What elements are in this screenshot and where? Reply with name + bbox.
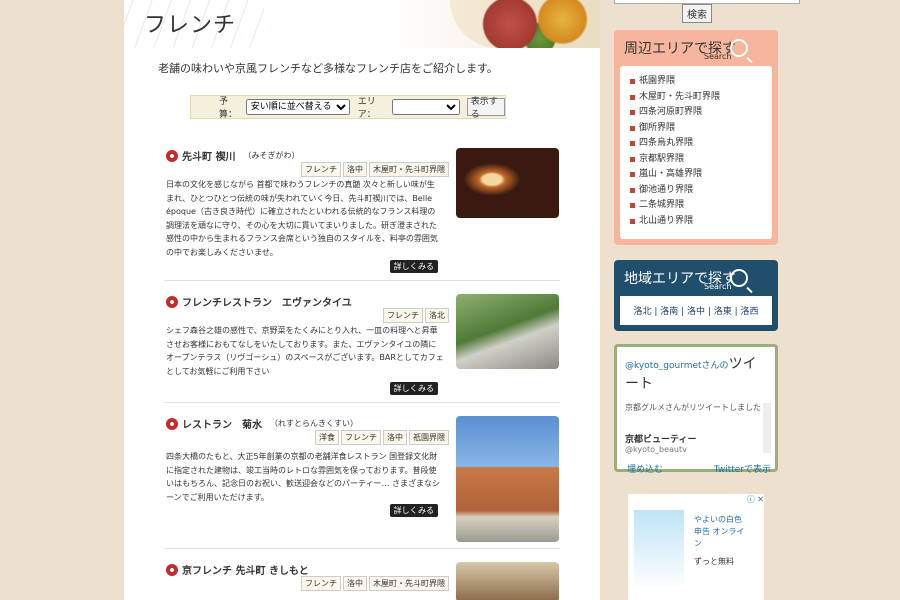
flower-icon — [166, 417, 178, 430]
tag[interactable]: フレンチ — [341, 430, 381, 445]
divider — [164, 548, 560, 549]
search-icon — [730, 39, 748, 57]
restaurant-photo[interactable] — [456, 148, 559, 218]
submit-button[interactable]: 表示する — [466, 97, 505, 120]
tag-list: 洋食 フレンチ 洛中 祇園界隈 — [315, 430, 449, 445]
region-area-box: 地域エリアで探す Search 洛北 | 洛南 | 洛中 | 洛東 | 洛西 — [614, 260, 778, 331]
tag[interactable]: 洛中 — [343, 162, 367, 177]
site-search: 検索 — [614, 0, 800, 23]
view-on-twitter-link[interactable]: Twitterで表示 — [714, 462, 771, 475]
restaurant-description: 四条大橋のたもと、大正5年創業の京都の老舗洋食レストラン 国登録文化財に指定され… — [166, 452, 441, 502]
restaurant-name[interactable]: 先斗町 禊川 （みそぎがわ） — [166, 148, 299, 163]
area-link[interactable]: 四条烏丸界隈 — [630, 136, 772, 152]
restaurant-photo[interactable] — [456, 416, 559, 542]
main-content: フレンチ 老舗の味わいや京風フレンチなど多様なフレンチ店をご紹介します。 予算：… — [124, 0, 600, 600]
search-icon — [730, 269, 748, 287]
restaurant-entry: 京フレンチ 先斗町 きしもと フレンチ 洛中 木屋町・先斗町界隈 — [166, 562, 559, 600]
tag-list: フレンチ 洛中 木屋町・先斗町界隈 — [301, 576, 449, 591]
restaurant-photo[interactable] — [456, 562, 559, 600]
nearby-area-title: 周辺エリアで探す Search — [614, 30, 778, 66]
area-link[interactable]: 御池通り界隈 — [630, 183, 772, 199]
twitter-account[interactable]: 京都ビューティー @kyoto_beautv — [625, 432, 696, 454]
area-select[interactable] — [392, 99, 460, 115]
restaurant-entry: フレンチレストラン エヴァンタイユ フレンチ 洛北 シェフ森谷之雄の感性で、京野… — [166, 294, 559, 395]
area-label: エリア： — [357, 97, 376, 120]
intro-text: 老舗の味わいや京風フレンチなど多様なフレンチ店をご紹介します。 — [158, 62, 498, 75]
restaurant-description: シェフ森谷之雄の感性で、京野菜をたくみにとり入れ、一皿の料理へと昇華させお客様に… — [166, 326, 444, 376]
region-area-title: 地域エリアで探す Search — [614, 260, 778, 296]
twitter-footer: 埋め込む Twitterで表示 — [627, 462, 771, 475]
page-header: フレンチ — [124, 0, 600, 48]
scrollbar[interactable] — [763, 403, 771, 453]
tag[interactable]: 洛北 — [425, 308, 449, 323]
restaurant-name[interactable]: 京フレンチ 先斗町 きしもと — [166, 562, 309, 577]
restaurant-name[interactable]: レストラン 菊水 （れすとらんきくすい） — [166, 416, 358, 431]
flower-icon — [166, 563, 178, 576]
tag[interactable]: 洋食 — [315, 430, 339, 445]
tag[interactable]: 祇園界隈 — [409, 430, 449, 445]
tag[interactable]: 木屋町・先斗町界隈 — [369, 162, 449, 177]
area-link[interactable]: 北山通り界隈 — [630, 214, 772, 230]
area-link[interactable]: 二条城界隈 — [630, 198, 772, 214]
area-link[interactable]: 木屋町・先斗町界隈 — [630, 90, 772, 106]
tag[interactable]: フレンチ — [301, 162, 341, 177]
flower-icon — [166, 295, 178, 308]
ad-image — [634, 510, 684, 590]
area-link[interactable]: 四条河原町界隈 — [630, 105, 772, 121]
divider — [164, 402, 560, 403]
tag[interactable]: 木屋町・先斗町界隈 — [369, 576, 449, 591]
area-link[interactable]: 京都駅界隈 — [630, 152, 772, 168]
tag[interactable]: 洛中 — [383, 430, 407, 445]
ad-choices-icon[interactable]: ⓘ ✕ — [747, 494, 764, 505]
search-button[interactable]: 検索 — [682, 4, 712, 23]
area-link[interactable]: 嵐山・高雄界隈 — [630, 167, 772, 183]
restaurant-description: 日本の文化を感じながら 首都で味わうフレンチの真髄 次々と新しい味が生まれ、ひと… — [166, 180, 438, 257]
details-button[interactable]: 詳しくみる — [389, 260, 438, 273]
tag[interactable]: フレンチ — [383, 308, 423, 323]
area-list: 祇園界隈 木屋町・先斗町界隈 四条河原町界隈 御所界隈 四条烏丸界隈 京都駅界隈… — [620, 66, 772, 239]
tag[interactable]: フレンチ — [301, 576, 341, 591]
budget-select[interactable]: 安い順に並べ替える — [245, 99, 350, 115]
header-food-image — [450, 0, 600, 48]
advertisement[interactable]: やよいの白色 申告 オンライ ン ずっと無料 ⓘ ✕ — [628, 494, 764, 600]
restaurant-entry: 先斗町 禊川 （みそぎがわ） フレンチ 洛中 木屋町・先斗町界隈 日本の文化を感じ… — [166, 148, 559, 273]
embed-link[interactable]: 埋め込む — [627, 462, 663, 475]
restaurant-name[interactable]: フレンチレストラン エヴァンタイユ — [166, 294, 352, 309]
details-button[interactable]: 詳しくみる — [389, 504, 438, 517]
retweet-notice: 京都グルメさんがリツイートしました — [625, 403, 761, 412]
tag-list: フレンチ 洛北 — [383, 308, 449, 323]
nearby-area-box: 周辺エリアで探す Search 祇園界隈 木屋町・先斗町界隈 四条河原町界隈 御… — [614, 30, 778, 245]
flower-icon — [166, 149, 178, 162]
area-link[interactable]: 祇園界隈 — [630, 74, 772, 90]
ad-text: やよいの白色 申告 オンライ ン ずっと無料 — [694, 515, 745, 566]
restaurant-photo[interactable] — [456, 294, 559, 369]
page-title: フレンチ — [144, 13, 237, 38]
budget-label: 予算： — [219, 97, 238, 120]
tag[interactable]: 洛中 — [343, 576, 367, 591]
details-button[interactable]: 詳しくみる — [389, 382, 438, 395]
restaurant-entry: レストラン 菊水 （れすとらんきくすい） 洋食 フレンチ 洛中 祇園界隈 四条大橋… — [166, 416, 559, 544]
tag-list: フレンチ 洛中 木屋町・先斗町界隈 — [301, 162, 449, 177]
divider — [164, 280, 560, 281]
twitter-widget: @kyoto_gourmetさんのツイート 京都グルメさんがリツイートしました … — [614, 344, 778, 475]
area-link[interactable]: 御所界隈 — [630, 121, 772, 137]
region-links[interactable]: 洛北 | 洛南 | 洛中 | 洛東 | 洛西 — [620, 296, 772, 325]
filter-bar: 予算： 安い順に並べ替える エリア： 表示する — [190, 95, 506, 120]
twitter-header: @kyoto_gourmetさんのツイート — [625, 356, 757, 392]
